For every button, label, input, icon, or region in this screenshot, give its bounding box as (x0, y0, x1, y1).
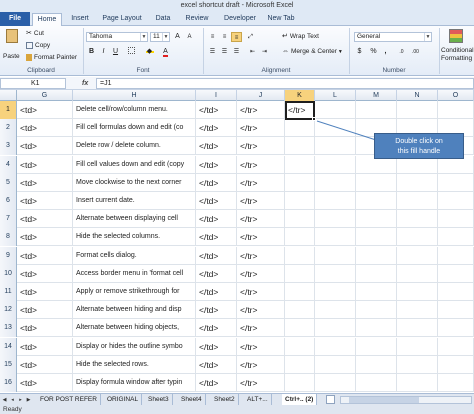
callout-line-2: this fill handle (397, 148, 441, 155)
insert-sheet-icon[interactable] (326, 395, 335, 404)
status-bar: Ready (0, 405, 474, 414)
next-sheet-icon[interactable]: ▸ (17, 396, 24, 404)
first-sheet-icon[interactable]: ◀ (1, 396, 8, 404)
callout-pointer (316, 120, 377, 141)
callout-line-1: Double click on (395, 138, 443, 145)
sheet-tab-original[interactable]: ORIGINAL (104, 394, 143, 405)
sheet-tab-sheet4[interactable]: Sheet4 (178, 394, 206, 405)
sheet-tab-for-post-refer[interactable]: FOR POST REFER (37, 394, 101, 405)
sheet-tab-alt[interactable]: ALT+... (244, 394, 272, 405)
scroll-thumb[interactable] (349, 397, 419, 403)
callout-box: Double click on this fill handle (374, 133, 464, 159)
horizontal-scrollbar[interactable] (340, 396, 472, 404)
status-text: Ready (3, 406, 22, 413)
sheet-tab-sheet3[interactable]: Sheet3 (145, 394, 173, 405)
last-sheet-icon[interactable]: ▶ (25, 396, 32, 404)
sheet-tab-ctrl-2[interactable]: Ctrl+.. (2) (282, 394, 318, 405)
sheet-tab-bar: ◀ ◂ ▸ ▶ FOR POST REFER ORIGINAL Sheet3 S… (0, 393, 474, 405)
sheet-tab-sheet2[interactable]: Sheet2 (211, 394, 239, 405)
prev-sheet-icon[interactable]: ◂ (9, 396, 16, 404)
